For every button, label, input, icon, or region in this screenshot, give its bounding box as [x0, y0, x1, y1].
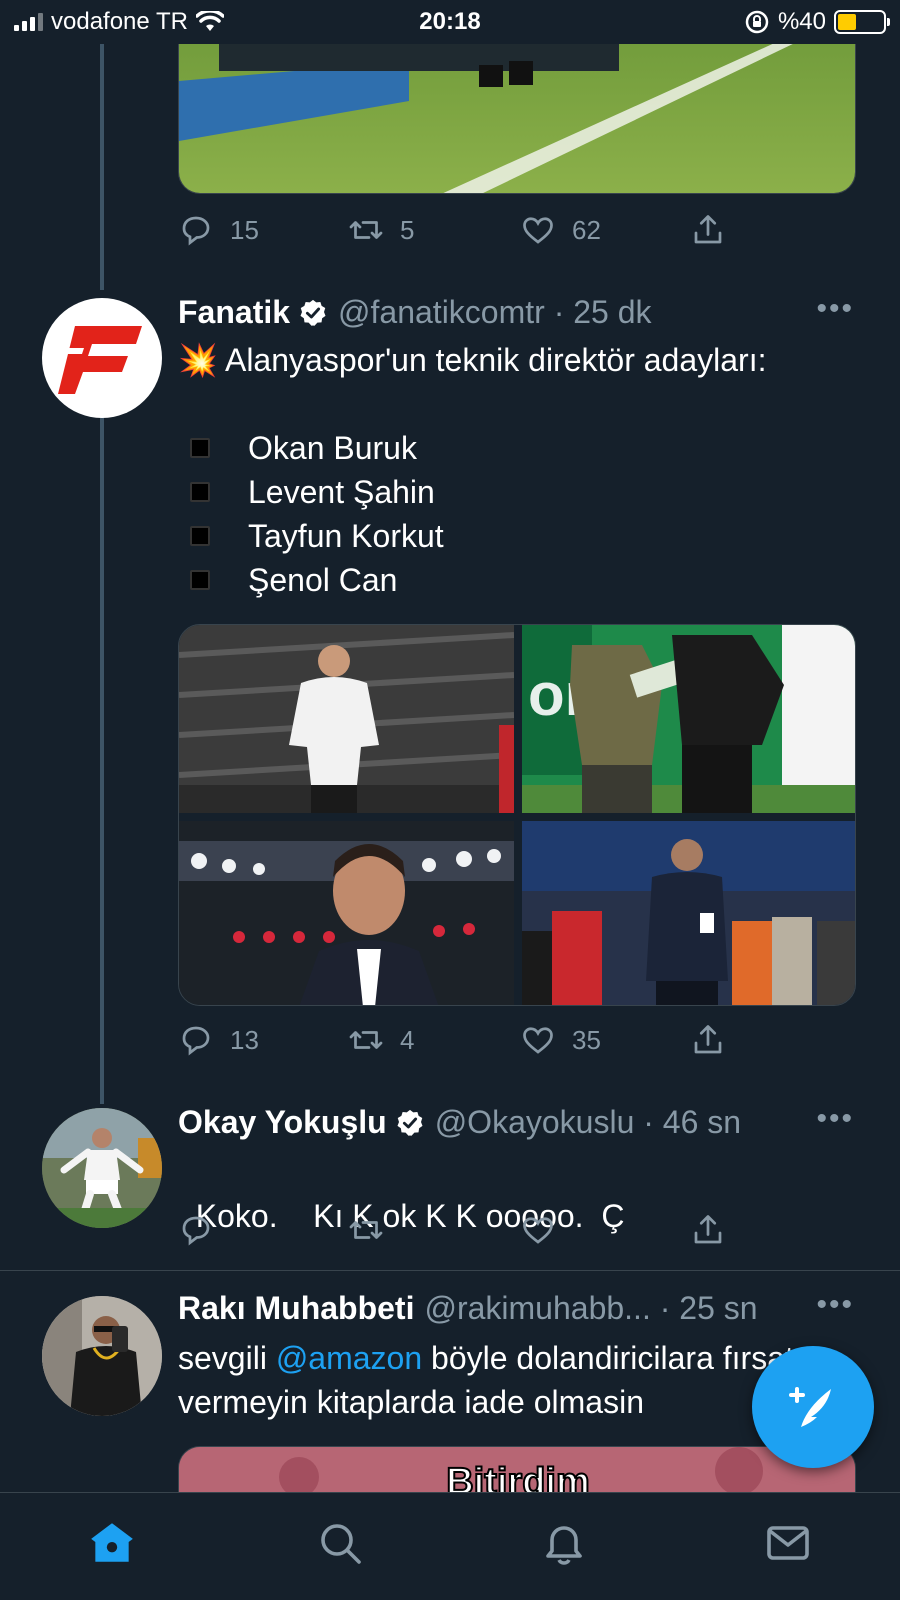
battery-icon — [834, 10, 890, 34]
rotation-lock-icon — [745, 10, 769, 34]
share-icon — [694, 1025, 722, 1054]
mention-link[interactable]: @amazon — [276, 1340, 422, 1376]
fanatik-logo — [58, 326, 142, 394]
avatar-fanatik[interactable] — [42, 298, 162, 418]
tweet-intro: 💥 Alanyaspor'un teknik direktör adayları… — [178, 342, 767, 378]
photo-okan-buruk[interactable] — [179, 625, 515, 813]
more-options-icon[interactable]: ••• — [816, 1102, 854, 1136]
photo-levent-sahin[interactable]: on — [522, 625, 855, 813]
heart-icon — [523, 1217, 553, 1244]
retweet-button[interactable] — [348, 1212, 384, 1248]
list-item: Levent Şahin — [178, 470, 858, 514]
heart-icon — [523, 1027, 553, 1054]
author-handle-time: @rakimuhabb... · 25 sn — [424, 1290, 758, 1326]
like-button[interactable]: 62 — [520, 212, 601, 248]
black-square-icon — [190, 482, 210, 502]
like-button[interactable] — [520, 1212, 556, 1248]
retweet-count: 5 — [400, 214, 415, 245]
black-square-icon — [190, 438, 210, 458]
share-icon — [694, 1215, 722, 1244]
messages-icon — [767, 1526, 809, 1560]
thread-line — [100, 44, 104, 290]
author-name[interactable]: Rakı Muhabbeti — [178, 1290, 414, 1327]
reply-icon — [182, 1026, 210, 1056]
retweet-button[interactable]: 4 — [348, 1022, 414, 1058]
list-item: Şenol Can — [178, 558, 858, 602]
reply-icon — [182, 216, 210, 246]
search-icon — [321, 1524, 361, 1564]
tweet-actions: 15 5 62 — [178, 212, 778, 252]
reply-count: 13 — [230, 1024, 259, 1055]
share-icon — [694, 215, 722, 244]
home-icon — [91, 1523, 133, 1562]
retweet-icon — [349, 1031, 383, 1049]
avatar-okay-yokuslu[interactable] — [42, 1108, 162, 1228]
share-button[interactable] — [690, 1022, 726, 1058]
tweet-header: Rakı Muhabbeti @rakimuhabb... · 25 sn — [178, 1290, 758, 1327]
verified-badge-icon — [300, 299, 326, 326]
tweet-header: Fanatik @fanatikcomtr · 25 dk — [178, 294, 652, 331]
verified-badge-icon — [397, 1109, 423, 1136]
avatar-raki-muhabbeti[interactable] — [42, 1296, 162, 1416]
black-square-icon — [190, 570, 210, 590]
compose-tweet-icon — [789, 1387, 831, 1427]
retweet-icon — [349, 1221, 383, 1239]
bottom-nav — [0, 1492, 900, 1600]
author-handle-time: @Okayokuslu · 46 sn — [434, 1104, 742, 1140]
thread-line — [100, 414, 104, 1104]
reply-button[interactable] — [178, 1212, 214, 1248]
like-button[interactable]: 35 — [520, 1022, 601, 1058]
nav-search[interactable] — [310, 1513, 370, 1573]
list-item: Okan Buruk — [178, 426, 858, 470]
like-count: 35 — [572, 1024, 601, 1055]
list-item: Tayfun Korkut — [178, 514, 858, 558]
nav-home[interactable] — [82, 1513, 142, 1573]
tweet-image-football-pitch[interactable] — [178, 20, 856, 194]
reply-icon — [182, 1216, 210, 1246]
notifications-icon — [546, 1526, 582, 1565]
nav-messages[interactable] — [758, 1513, 818, 1573]
author-name[interactable]: Okay Yokuşlu — [178, 1104, 387, 1141]
tweet-body: 💥 Alanyaspor'un teknik direktör adayları… — [178, 338, 858, 602]
compose-tweet-button[interactable] — [752, 1346, 874, 1468]
like-count: 62 — [572, 214, 601, 245]
status-bar: vodafone TR 20:18 %40 — [0, 0, 900, 44]
status-right: %40 — [744, 8, 890, 36]
reply-button[interactable]: 15 — [178, 212, 259, 248]
more-options-icon[interactable]: ••• — [816, 1288, 854, 1322]
tweet-header: Okay Yokuşlu @Okayokuslu · 46 sn — [178, 1104, 741, 1141]
retweet-icon — [349, 221, 383, 239]
battery-percent: %40 — [777, 8, 826, 35]
author-name[interactable]: Fanatik — [178, 294, 290, 331]
reply-count: 15 — [230, 214, 259, 245]
retweet-button[interactable]: 5 — [348, 212, 414, 248]
nav-notifications[interactable] — [534, 1513, 594, 1573]
share-button[interactable] — [690, 1212, 726, 1248]
reply-button[interactable]: 13 — [178, 1022, 259, 1058]
author-handle-time: @fanatikcomtr · 25 dk — [338, 294, 652, 330]
heart-icon — [523, 217, 553, 244]
tweet-image-grid: on — [178, 624, 856, 1006]
black-square-icon — [190, 526, 210, 546]
tweet-actions: 13 4 35 — [178, 1022, 778, 1062]
photo-senol-can[interactable] — [522, 821, 855, 1005]
more-options-icon[interactable]: ••• — [816, 292, 854, 326]
retweet-count: 4 — [400, 1024, 415, 1055]
tweet-actions — [178, 1212, 778, 1252]
photo-tayfun-korkut[interactable] — [179, 821, 514, 1005]
tweet-divider — [0, 1270, 900, 1271]
share-button[interactable] — [690, 212, 726, 248]
